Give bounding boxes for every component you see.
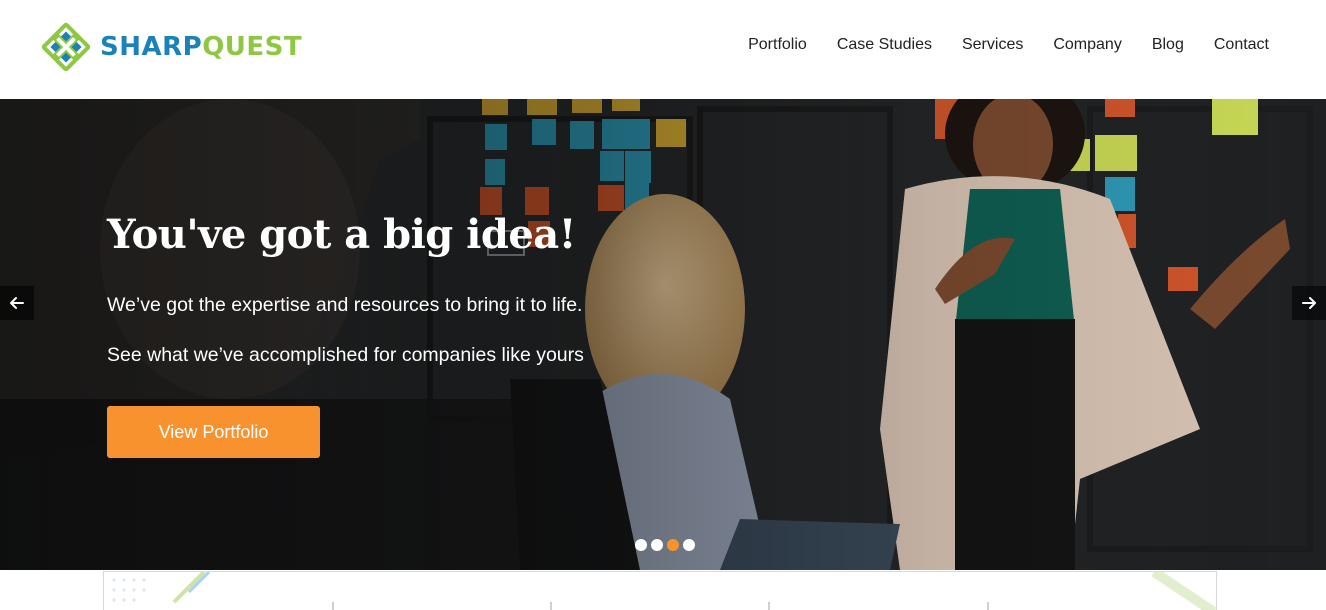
nav-item-services[interactable]: Services [962, 33, 1023, 57]
services-card [103, 571, 1217, 610]
nav-item-contact[interactable]: Contact [1214, 33, 1269, 57]
hero-overlay [0, 99, 1326, 570]
slider-dot-3-active[interactable] [667, 539, 679, 551]
nav-item-portfolio[interactable]: Portfolio [748, 33, 807, 57]
hero-slider: You've got a big idea! We’ve got the exp… [0, 99, 1326, 570]
nav-item-company[interactable]: Company [1053, 33, 1121, 57]
sharpquest-logo-icon [41, 22, 91, 72]
card-decoration [112, 572, 1216, 610]
brand-name-sharp: SHARP [100, 32, 203, 62]
slider-prev-button[interactable] [0, 286, 34, 320]
nav-item-blog[interactable]: Blog [1152, 33, 1184, 57]
arrow-right-icon [1302, 297, 1316, 309]
site-header: SHARPQUEST Portfolio Case Studies Servic… [0, 0, 1326, 99]
main-nav: Portfolio Case Studies Services Company … [748, 33, 1269, 57]
brand-name-quest: QUEST [202, 32, 303, 62]
hero-title: You've got a big idea! [107, 211, 576, 258]
view-portfolio-button[interactable]: View Portfolio [107, 406, 320, 458]
hero-subtitle-2: See what we’ve accomplished for companie… [107, 344, 584, 366]
slider-dots [635, 539, 695, 551]
slider-dot-1[interactable] [635, 539, 647, 551]
nav-item-case-studies[interactable]: Case Studies [837, 33, 932, 57]
logo-link[interactable]: SHARPQUEST [40, 21, 302, 73]
slider-dot-2[interactable] [651, 539, 663, 551]
brand-name: SHARPQUEST [100, 34, 302, 60]
hero-subtitle-1: We’ve got the expertise and resources to… [107, 294, 583, 316]
arrow-left-icon [10, 297, 24, 309]
slider-next-button[interactable] [1292, 286, 1326, 320]
slider-dot-4[interactable] [683, 539, 695, 551]
